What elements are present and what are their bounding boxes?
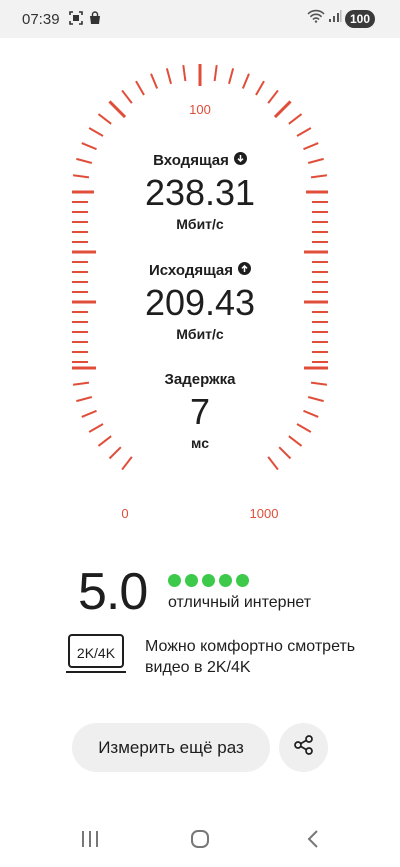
ping-label: Задержка	[164, 371, 236, 388]
rating-text: отличный интернет	[168, 594, 312, 611]
screenshot-icon	[69, 11, 83, 30]
rating-dot	[185, 574, 198, 587]
arrow-down-icon	[233, 152, 247, 169]
signal-icon	[328, 9, 342, 28]
upload-value: 209.43	[144, 282, 256, 323]
shopping-bag-icon	[88, 11, 102, 30]
upload-metric: Исходящая 209.43 Мбит/с	[0, 262, 400, 342]
tv-stand	[66, 671, 126, 673]
gauge-tick	[108, 100, 127, 119]
remeasure-button[interactable]: Измерить ещё раз	[72, 723, 270, 772]
upload-unit: Мбит/с	[176, 326, 224, 342]
home-icon[interactable]	[190, 829, 210, 854]
recent-apps-icon[interactable]	[81, 829, 99, 854]
ping-metric: Задержка 7 мс	[0, 371, 400, 451]
video-quality-text: Можно комфортно смотреть видео в 2K/4K	[145, 638, 356, 676]
gauge-tick	[81, 142, 97, 151]
video-quality-label: 2K/4K	[68, 634, 124, 668]
gauge-tick	[213, 64, 218, 82]
ping-value: 7	[189, 391, 211, 432]
gauge-tick	[267, 456, 279, 471]
download-label: Входящая	[153, 152, 229, 169]
upload-label: Исходящая	[148, 262, 234, 279]
arrow-up-icon	[238, 262, 252, 279]
navigation-bar	[0, 812, 400, 867]
status-time: 07:39	[22, 11, 60, 28]
gauge-tick	[121, 456, 133, 471]
gauge-tick	[182, 64, 187, 82]
rating-dot	[219, 574, 232, 587]
gauge-tick	[88, 127, 104, 137]
share-button[interactable]	[279, 723, 328, 772]
download-unit: Мбит/с	[176, 216, 224, 232]
status-bar: 07:39 100	[0, 0, 400, 38]
gauge-tick	[288, 113, 303, 125]
gauge-tick	[165, 68, 172, 85]
wifi-icon	[307, 9, 325, 28]
rating-dots	[168, 574, 249, 587]
back-icon[interactable]	[306, 829, 320, 854]
rating-dot	[168, 574, 181, 587]
gauge-tick	[135, 80, 145, 96]
rating-dot	[202, 574, 215, 587]
rating-dot	[236, 574, 249, 587]
gauge-tick	[228, 68, 235, 85]
gauge-tick	[255, 80, 265, 96]
rating-score: 5.0	[78, 563, 148, 621]
gauge-tick	[121, 89, 133, 104]
battery-indicator: 100	[344, 9, 375, 28]
gauge-tick	[241, 73, 250, 89]
gauge-min-label: 0	[121, 506, 128, 521]
gauge-mid-label: 100	[189, 102, 211, 117]
gauge-tick	[273, 100, 292, 119]
gauge-max-label: 1000	[250, 506, 279, 521]
status-notification-icons	[69, 11, 102, 30]
gauge-tick	[303, 142, 319, 151]
download-metric: Входящая 238.31 Мбит/с	[0, 152, 400, 232]
ping-unit: мс	[191, 435, 209, 451]
gauge-tick	[296, 127, 312, 137]
gauge-tick	[150, 73, 159, 89]
gauge-tick	[97, 113, 112, 125]
gauge-tick	[267, 89, 279, 104]
video-quality-badge: 2K/4K	[66, 634, 126, 673]
share-icon	[293, 734, 315, 761]
download-value: 238.31	[144, 172, 256, 213]
status-system-icons: 100	[307, 9, 375, 28]
